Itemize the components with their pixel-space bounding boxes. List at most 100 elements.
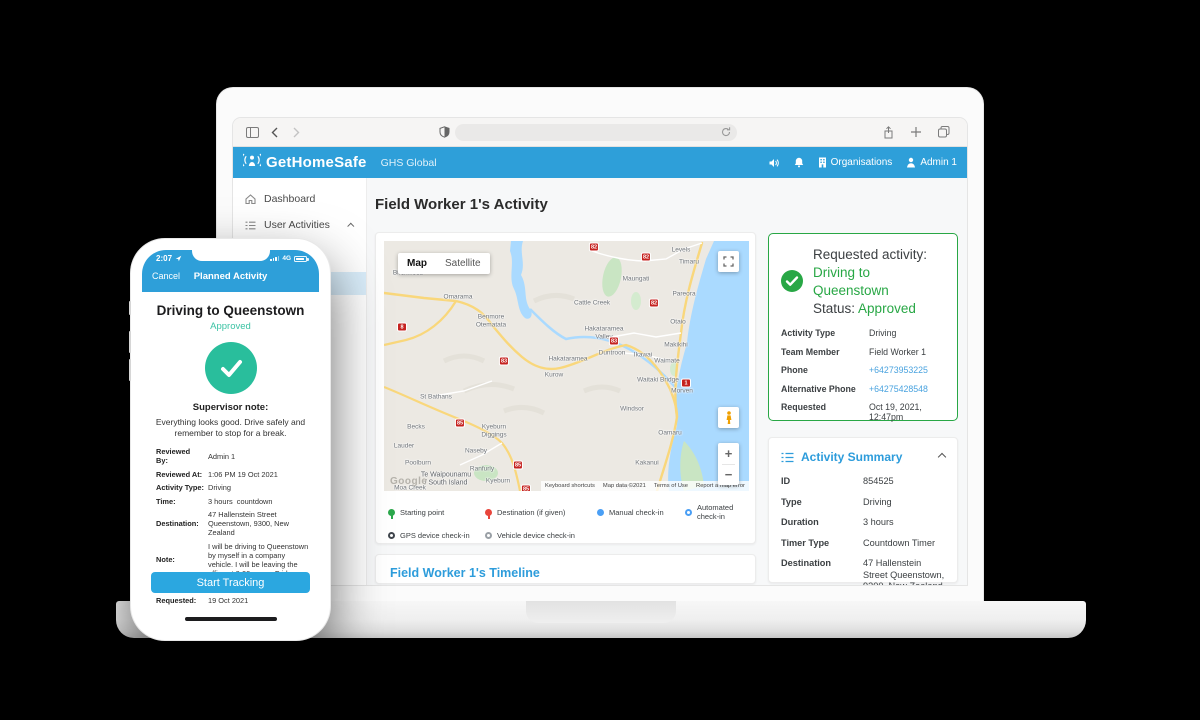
sound-icon[interactable] [769, 158, 780, 168]
phone-detail-row-label: Activity Type: [156, 483, 204, 492]
dot-blue-icon [597, 509, 604, 516]
user-icon [906, 157, 916, 168]
highway-shield: 85 [521, 485, 531, 492]
summary-row-value: 3 hours [863, 517, 945, 529]
approved-row-value[interactable]: +64273953225 [869, 365, 945, 375]
sidebar-item-dashboard[interactable]: Dashboard [233, 186, 366, 212]
requested-activity-panel: Requested activity: Driving to Queenstow… [768, 233, 958, 421]
satellite-button[interactable]: Satellite [436, 253, 490, 274]
chevron-up-icon[interactable] [347, 222, 354, 229]
map-attribution-item[interactable]: Keyboard shortcuts [541, 481, 599, 491]
highway-shield: 1 [681, 379, 691, 388]
map[interactable]: LevelsTimaruBirchwoodQuailburnMaungatiPa… [384, 241, 749, 491]
map-terrain [384, 241, 749, 491]
home-indicator[interactable] [185, 617, 277, 621]
laptop-screen: GetHomeSafe GHS Global Organisations [217, 88, 983, 602]
approved-row-value[interactable]: +64275428548 [869, 384, 945, 394]
summary-row: ID854525 [781, 476, 945, 488]
summary-row: Destination47 Hallenstein Street Queenst… [781, 558, 945, 585]
phone-notch [192, 250, 270, 261]
pegman-button[interactable] [718, 407, 739, 428]
admin-label: Admin 1 [920, 157, 957, 168]
legend-item: Manual check-in [597, 503, 685, 521]
approved-row: RequestedOct 19, 2021, 12:47pm [781, 402, 945, 422]
phone-activity-title: Driving to Queenstown [142, 303, 319, 318]
stage: GetHomeSafe GHS Global Organisations [0, 0, 1200, 720]
fullscreen-icon [723, 256, 734, 267]
highway-shield: 85 [513, 461, 523, 470]
collapse-chevron-icon[interactable] [938, 453, 946, 461]
pin-green-icon [388, 509, 395, 516]
browser-chrome [233, 118, 967, 147]
approved-row-label: Requested [781, 402, 869, 422]
phone-approved-check-icon [205, 342, 257, 394]
map-attribution-item: Map data ©2021 [599, 481, 650, 491]
phone-detail-row-value: 19 Oct 2021 [208, 596, 309, 605]
legend-label: GPS device check-in [400, 531, 470, 540]
summary-row-label: Duration [781, 517, 863, 529]
admin-nav[interactable]: Admin 1 [906, 157, 957, 168]
brand[interactable]: GetHomeSafe [243, 153, 367, 172]
zoom-control[interactable]: + − [718, 443, 739, 485]
map-attribution-item[interactable]: Terms of Use [650, 481, 692, 491]
phone-side-button [129, 331, 131, 353]
map-card: LevelsTimaruBirchwoodQuailburnMaungatiPa… [375, 232, 756, 544]
phone-detail-row-value: 47 Hallenstein Street Queenstown, 9300, … [208, 510, 309, 537]
refresh-icon[interactable] [720, 126, 732, 138]
requested-activity-name: Driving to Queenstown [813, 264, 945, 300]
address-bar[interactable] [455, 124, 737, 141]
phone-detail-row: Activity Type: Driving [156, 483, 309, 492]
map-button[interactable]: Map [398, 253, 436, 274]
phone-nav-bar: Cancel Planned Activity [142, 264, 319, 288]
approved-check-icon [781, 270, 803, 297]
ring-blue-icon [685, 509, 692, 516]
approved-row-label: Alternative Phone [781, 384, 869, 394]
phone-header: 2:07 4G Cancel Planned Activity [142, 250, 319, 292]
brand-name: GetHomeSafe [266, 154, 367, 171]
approved-row: Activity TypeDriving [781, 328, 945, 338]
new-tab-icon[interactable] [907, 123, 925, 141]
legend-label: Automated check-in [697, 503, 743, 521]
fullscreen-button[interactable] [718, 251, 739, 272]
tabs-overview-icon[interactable] [935, 123, 953, 141]
requested-activity-title: Requested activity: [813, 246, 945, 264]
requested-activity-details: Activity TypeDrivingTeam MemberField Wor… [781, 328, 945, 422]
highway-shield: 83 [499, 357, 509, 366]
forward-icon[interactable] [287, 123, 305, 141]
phone-detail-row: Time:3 hours countdown [156, 497, 309, 506]
phone-detail-row-value: 3 hours countdown [208, 497, 309, 506]
start-tracking-button[interactable]: Start Tracking [151, 572, 310, 593]
zoom-in-button[interactable]: + [725, 444, 733, 464]
phone-detail-row-label: Reviewed At: [156, 470, 204, 479]
summary-row: Duration3 hours [781, 517, 945, 529]
approved-row: Alternative Phone+64275428548 [781, 384, 945, 394]
sidebar-item-user-activities[interactable]: User Activities [233, 212, 366, 238]
phone-detail-row: Reviewed By:Admin 1 [156, 447, 309, 465]
zoom-out-button[interactable]: − [725, 465, 733, 485]
location-arrow-icon [175, 255, 182, 262]
approved-row: Phone+64273953225 [781, 365, 945, 375]
organisations-nav[interactable]: Organisations [818, 157, 893, 168]
summary-row: TypeDriving [781, 497, 945, 509]
notifications-bell-icon[interactable] [794, 157, 804, 168]
legend-item: Automated check-in [685, 503, 743, 521]
phone-time: 2:07 [156, 254, 182, 263]
phone-detail-row: Requested:19 Oct 2021 [156, 596, 309, 605]
sidebar-toggle-icon[interactable] [243, 123, 261, 141]
pegman-icon [725, 411, 733, 425]
summary-title: Activity Summary [801, 450, 902, 464]
approved-row-value: Oct 19, 2021, 12:47pm [869, 402, 945, 422]
approved-row-value: Driving [869, 328, 945, 338]
org-name: GHS Global [381, 157, 437, 169]
phone-screen: 2:07 4G Cancel Planned Activity Driving … [142, 250, 319, 629]
share-icon[interactable] [879, 123, 897, 141]
back-icon[interactable] [265, 123, 283, 141]
map-type-control[interactable]: Map Satellite [398, 253, 490, 274]
highway-shield: 83 [609, 337, 619, 346]
home-icon [245, 194, 256, 204]
phone-side-button [129, 359, 131, 381]
phone-detail-row: Reviewed At:1:06 PM 19 Oct 2021 [156, 470, 309, 479]
phone-detail-row-value: Driving [208, 483, 309, 492]
supervisor-note-heading: Supervisor note: [142, 402, 319, 413]
ring-gray-icon [485, 532, 492, 539]
